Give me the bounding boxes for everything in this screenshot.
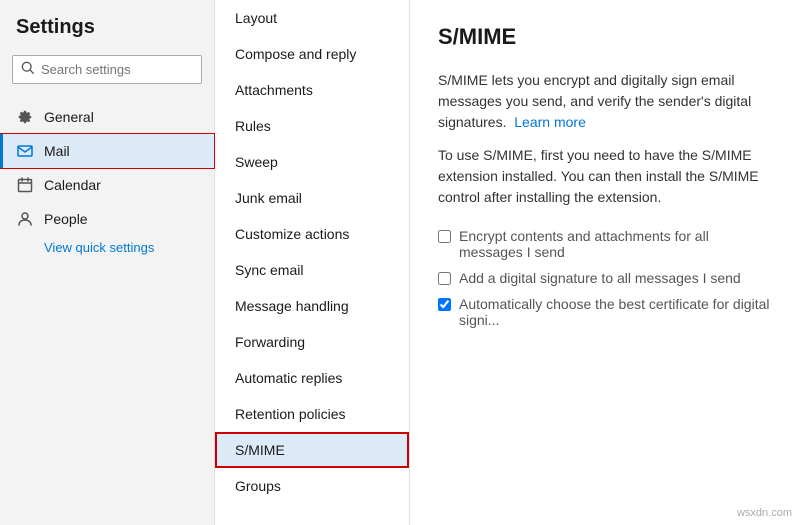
quick-settings-link[interactable]: View quick settings [0, 236, 214, 259]
search-input[interactable] [41, 62, 193, 77]
search-box[interactable] [12, 55, 202, 84]
menu-item-autoreply[interactable]: Automatic replies [215, 360, 409, 396]
sidebar-title: Settings [0, 16, 214, 55]
certificate-label: Automatically choose the best certificat… [459, 296, 772, 328]
menu-item-sync[interactable]: Sync email [215, 252, 409, 288]
watermark: wsxdn.com [737, 507, 792, 519]
sidebar-item-calendar-label: Calendar [44, 177, 101, 193]
mail-icon [16, 142, 34, 160]
certificate-checkbox[interactable] [438, 298, 451, 311]
menu-item-rules[interactable]: Rules [215, 108, 409, 144]
person-icon [16, 210, 34, 228]
checkbox-row-encrypt: Encrypt contents and attachments for all… [438, 228, 772, 260]
sidebar-item-people[interactable]: People [0, 202, 214, 236]
sidebar-item-people-label: People [44, 211, 88, 227]
menu-item-customize[interactable]: Customize actions [215, 216, 409, 252]
checkbox-row-signature: Add a digital signature to all messages … [438, 270, 772, 286]
sidebar-item-general[interactable]: General [0, 100, 214, 134]
learn-more-link[interactable]: Learn more [514, 114, 586, 130]
menu-item-message[interactable]: Message handling [215, 288, 409, 324]
menu-item-layout[interactable]: Layout [215, 0, 409, 36]
menu-item-sweep[interactable]: Sweep [215, 144, 409, 180]
menu-item-groups[interactable]: Groups [215, 468, 409, 504]
menu-item-attachments[interactable]: Attachments [215, 72, 409, 108]
menu-item-compose[interactable]: Compose and reply [215, 36, 409, 72]
encrypt-label: Encrypt contents and attachments for all… [459, 228, 772, 260]
main-description-1: S/MIME lets you encrypt and digitally si… [438, 70, 772, 133]
search-icon [21, 61, 35, 78]
desc1-text: S/MIME lets you encrypt and digitally si… [438, 72, 751, 130]
checkbox-row-certificate: Automatically choose the best certificat… [438, 296, 772, 328]
gear-icon [16, 108, 34, 126]
sidebar-item-mail[interactable]: Mail [0, 134, 214, 168]
middle-column: Layout Compose and reply Attachments Rul… [215, 0, 410, 525]
menu-item-junk[interactable]: Junk email [215, 180, 409, 216]
page-title: S/MIME [438, 24, 772, 50]
signature-checkbox[interactable] [438, 272, 451, 285]
menu-item-smime[interactable]: S/MIME [215, 432, 409, 468]
calendar-icon [16, 176, 34, 194]
sidebar: Settings General Mail [0, 0, 215, 525]
menu-item-forwarding[interactable]: Forwarding [215, 324, 409, 360]
signature-label: Add a digital signature to all messages … [459, 270, 741, 286]
encrypt-checkbox[interactable] [438, 230, 451, 243]
main-content: S/MIME S/MIME lets you encrypt and digit… [410, 0, 800, 525]
sidebar-item-mail-label: Mail [44, 143, 70, 159]
menu-item-retention[interactable]: Retention policies [215, 396, 409, 432]
main-description-2: To use S/MIME, first you need to have th… [438, 145, 772, 208]
sidebar-item-calendar[interactable]: Calendar [0, 168, 214, 202]
sidebar-item-general-label: General [44, 109, 94, 125]
